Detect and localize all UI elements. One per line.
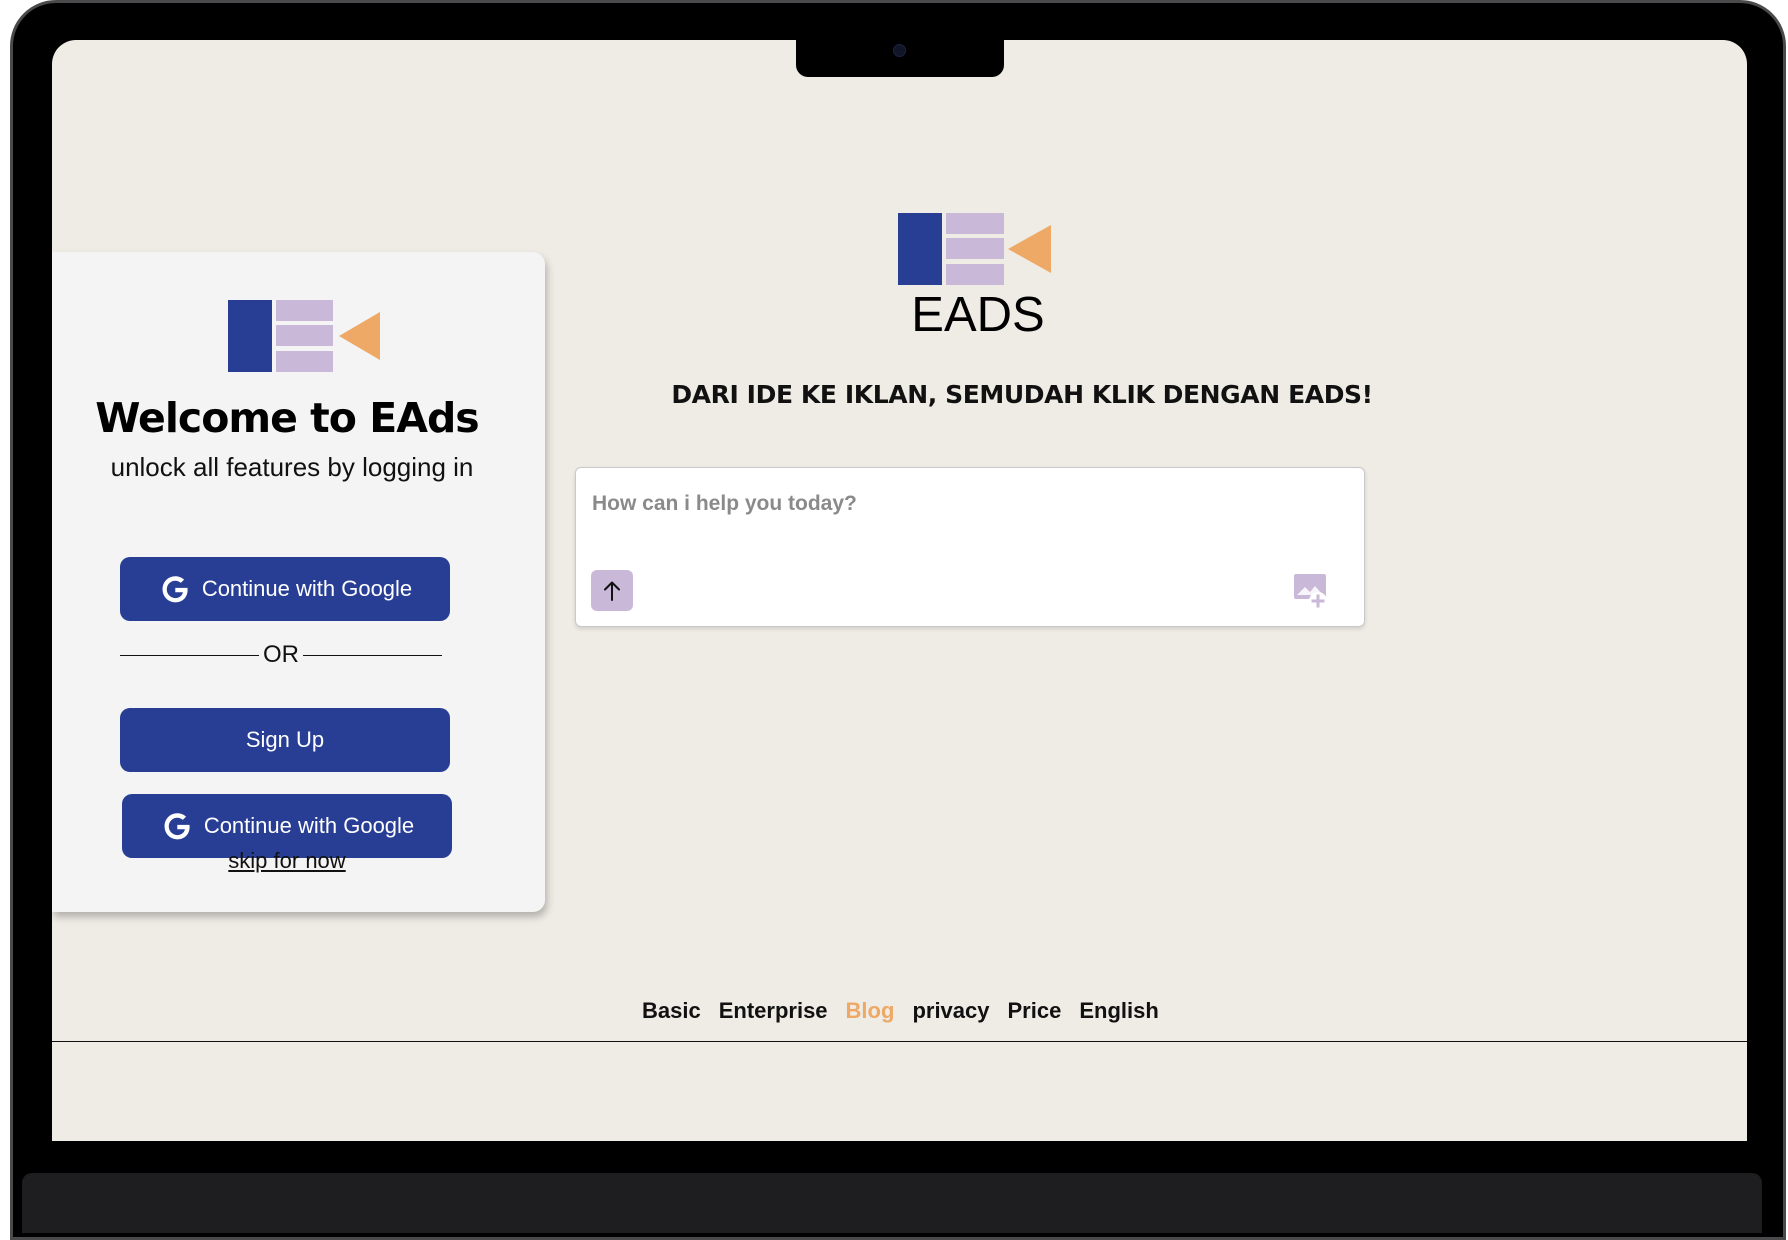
eads-main-logo-icon: EADS — [898, 213, 1051, 335]
prompt-input[interactable] — [590, 488, 1294, 520]
send-button[interactable] — [591, 570, 633, 611]
footer-divider — [52, 1041, 1747, 1042]
google-icon — [164, 813, 191, 840]
or-divider: OR — [120, 640, 442, 670]
prompt-box — [575, 467, 1365, 627]
arrow-up-icon — [604, 581, 620, 601]
sign-up-button[interactable]: Sign Up — [120, 708, 450, 772]
google-icon — [162, 576, 189, 603]
login-subtitle: unlock all features by logging in — [110, 452, 474, 482]
brand-name: EADS — [911, 288, 1044, 335]
footer-nav: Basic Enterprise Blog privacy Price Engl… — [642, 998, 1159, 1024]
camera-icon — [893, 44, 906, 57]
footer-link-enterprise[interactable]: Enterprise — [719, 998, 828, 1024]
login-panel: Welcome to EAds unlock all features by l… — [52, 252, 545, 912]
footer-link-basic[interactable]: Basic — [642, 998, 701, 1024]
add-image-icon[interactable] — [1293, 572, 1331, 608]
or-label: OR — [263, 641, 299, 668]
skip-for-now-link[interactable]: skip for now — [52, 848, 522, 874]
google-button-label: Continue with Google — [201, 576, 413, 601]
camera-notch — [796, 40, 1004, 77]
welcome-title: Welcome to EAds — [95, 394, 479, 442]
tagline: DARI IDE KE IKLAN, SEMUDAH KLIK DENGAN E… — [671, 380, 1373, 409]
eads-logo-icon — [228, 300, 380, 372]
laptop-base — [22, 1173, 1762, 1233]
screen: Welcome to EAds unlock all features by l… — [52, 40, 1747, 1141]
sign-up-label: Sign Up — [245, 727, 325, 752]
continue-with-google-button[interactable]: Continue with Google — [120, 557, 450, 621]
divider-line-right — [303, 654, 442, 656]
footer-link-privacy[interactable]: privacy — [912, 998, 989, 1024]
footer-link-blog[interactable]: Blog — [846, 998, 895, 1024]
divider-line-left — [120, 654, 259, 656]
google-button-label-2: Continue with Google — [203, 813, 415, 838]
footer-link-english[interactable]: English — [1079, 998, 1158, 1024]
footer-link-price[interactable]: Price — [1008, 998, 1062, 1024]
